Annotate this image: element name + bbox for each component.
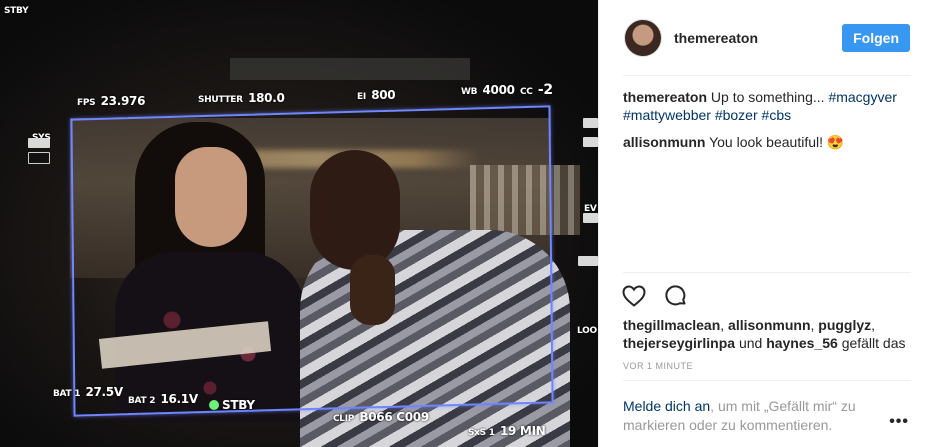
- post-photo[interactable]: STBY FPS 23.976 SHUTTER 180.0 EI 800 WB …: [0, 0, 598, 447]
- caption-comment: themereaton Up to something... #macgyver…: [623, 88, 913, 124]
- like-username[interactable]: thejerseygirlinpa: [623, 335, 735, 351]
- hud-sys-indicator: [28, 138, 50, 148]
- caption-username[interactable]: themereaton: [623, 89, 707, 105]
- likes-summary: thegillmaclean, allisonmunn, pugglyz, th…: [623, 317, 906, 351]
- hud-clip: CLIP B066 C009: [333, 410, 429, 424]
- hud-wb: WB 4000 CC -2: [461, 82, 553, 98]
- hud-bat1: BAT 1 27.5V: [53, 385, 123, 399]
- like-username[interactable]: allisonmunn: [728, 317, 810, 333]
- background-sign: [230, 58, 470, 80]
- standby-indicator-icon: [209, 399, 219, 410]
- post-header: themereaton Folgen: [599, 0, 929, 76]
- hud-shutter: SHUTTER 180.0: [198, 91, 285, 105]
- login-divider: [623, 380, 911, 381]
- likes-and-text: und: [738, 335, 763, 351]
- like-username[interactable]: pugglyz: [818, 317, 871, 333]
- header-username[interactable]: themereaton: [674, 30, 842, 46]
- header-divider: [623, 75, 911, 76]
- like-username[interactable]: thegillmaclean: [623, 317, 720, 333]
- hud-fps: FPS 23.976: [77, 94, 146, 108]
- hud-right-tag-4: [578, 256, 598, 266]
- camera-frame-guide: [70, 105, 554, 417]
- more-options-icon[interactable]: •••: [889, 413, 909, 431]
- hud-bat2: BAT 2 16.1V: [128, 392, 198, 406]
- hud-stby: STBY: [209, 394, 255, 413]
- post-timestamp[interactable]: VOR 1 MINUTE: [623, 361, 693, 371]
- hud-sxs: SxS 1 19 MIN: [468, 424, 546, 438]
- caption-text: Up to something...: [710, 89, 825, 105]
- like-username[interactable]: haynes_56: [766, 335, 838, 351]
- hud-loo: LOO: [577, 326, 597, 336]
- comment-text: You look beautiful! 😍: [709, 134, 845, 150]
- hashtag-link[interactable]: #macgyver: [828, 89, 896, 105]
- login-prompt: Melde dich an, um mit „Gefällt mir“ zu m…: [623, 397, 873, 435]
- actions-divider: [623, 272, 911, 273]
- hud-right-tag-3: [583, 213, 598, 223]
- avatar[interactable]: [624, 19, 662, 57]
- hud-sys-indicator-2: [28, 152, 50, 164]
- comments-list: themereaton Up to something... #macgyver…: [623, 88, 913, 160]
- login-link[interactable]: Melde dich an: [623, 398, 710, 414]
- hud-right-tag-1: [583, 118, 598, 128]
- post-modal: STBY FPS 23.976 SHUTTER 180.0 EI 800 WB …: [0, 0, 929, 447]
- hud-ei: EI 800: [357, 88, 396, 102]
- post-sidebar: themereaton Folgen themereaton Up to som…: [598, 0, 929, 447]
- hud-stby-top: STBY: [4, 6, 29, 16]
- hashtag-link[interactable]: #mattywebber: [623, 107, 711, 123]
- list-item: allisonmunn You look beautiful! 😍: [623, 133, 913, 151]
- hashtag-link[interactable]: #bozer: [715, 107, 758, 123]
- post-actions: [621, 283, 689, 309]
- follow-button[interactable]: Folgen: [842, 24, 910, 52]
- likes-suffix: gefällt das: [841, 335, 906, 351]
- comment-bubble-icon[interactable]: [663, 283, 689, 309]
- heart-icon[interactable]: [621, 283, 647, 309]
- comment-username[interactable]: allisonmunn: [623, 134, 705, 150]
- hud-right-tag-2: [583, 137, 598, 147]
- hashtag-link[interactable]: #cbs: [762, 107, 792, 123]
